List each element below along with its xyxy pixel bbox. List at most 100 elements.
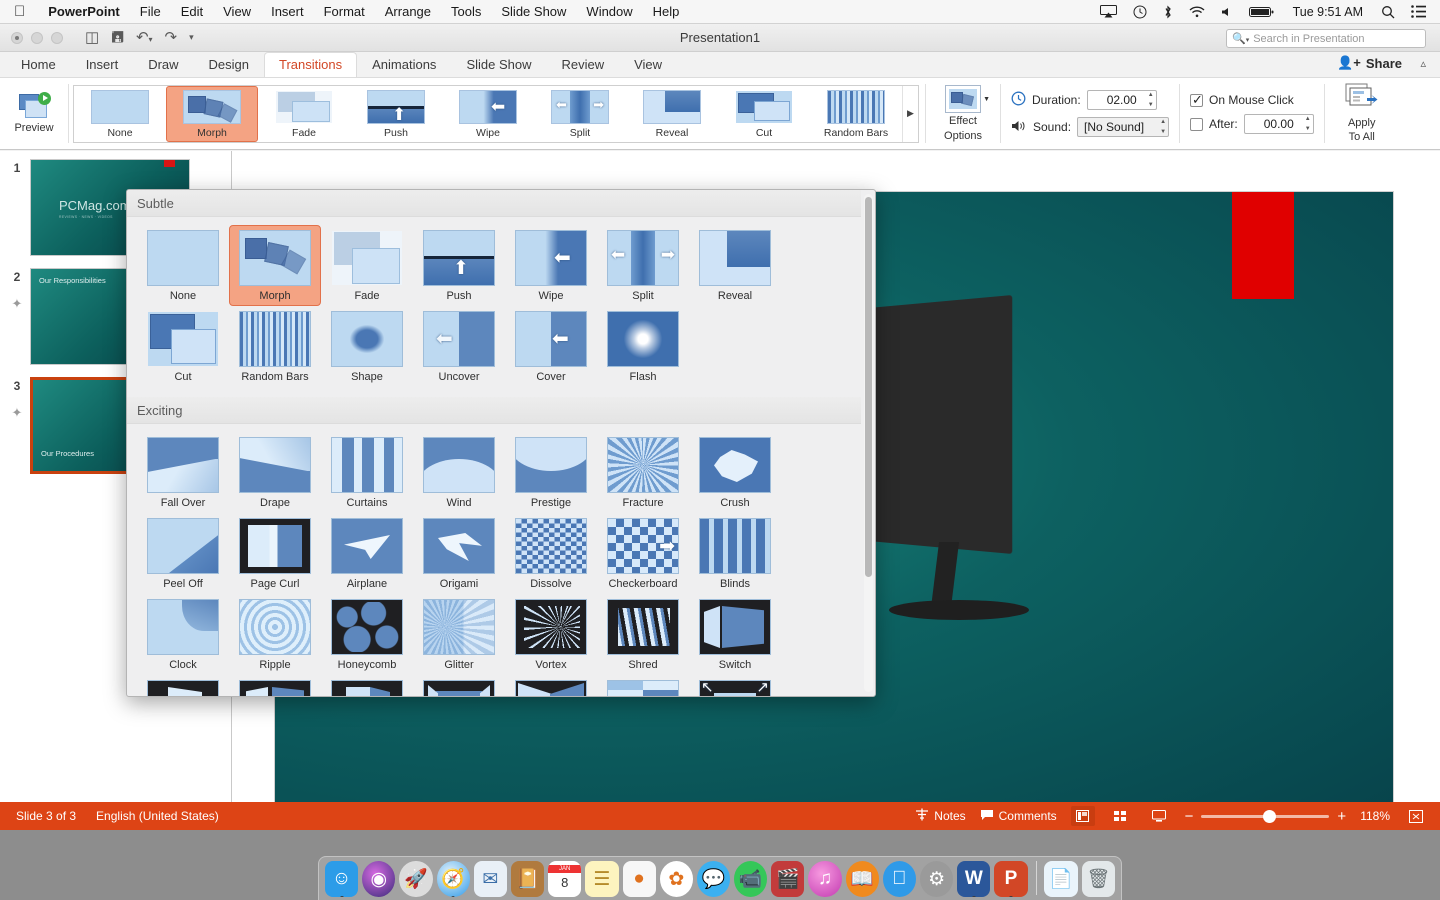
tab-view[interactable]: View xyxy=(619,52,677,77)
transition-cube[interactable]: Cube xyxy=(321,675,413,696)
transition-airplane[interactable]: Airplane xyxy=(321,513,413,594)
transition-wind[interactable]: Wind xyxy=(413,432,505,513)
comments-button[interactable]: Comments xyxy=(980,809,1057,824)
transition-page-curl[interactable]: Page Curl xyxy=(229,513,321,594)
menu-item-insert[interactable]: Insert xyxy=(261,4,314,19)
transition-fracture[interactable]: Fracture xyxy=(597,432,689,513)
transition-clock[interactable]: Clock xyxy=(137,594,229,675)
menu-item-view[interactable]: View xyxy=(213,4,261,19)
after-stepper[interactable]: ▲ ▼ xyxy=(1305,116,1311,132)
dock-item-notes[interactable]: ☰ xyxy=(585,861,619,897)
transition-shape[interactable]: Shape xyxy=(321,306,413,387)
menu-item-tools[interactable]: Tools xyxy=(441,4,491,19)
menu-item-powerpoint[interactable]: PowerPoint xyxy=(38,4,130,19)
transition-gallery-dropdown[interactable]: Subtle None Morph Fade ⬆ Push ⬅ Wipe ⬅ ➡… xyxy=(126,189,876,697)
dock-item-microsoft-powerpoint[interactable]: P xyxy=(994,861,1028,897)
transition-star-icon[interactable]: ✦ xyxy=(4,405,30,421)
transition-window[interactable] xyxy=(597,675,689,696)
dock-item-reminders[interactable]: ● xyxy=(622,861,656,897)
gallery-scrollbar-thumb[interactable] xyxy=(865,197,872,577)
gallery-next-icon[interactable]: ▶ xyxy=(902,85,918,142)
menu-item-edit[interactable]: Edit xyxy=(171,4,213,19)
ribbon-transition-cut[interactable]: Cut xyxy=(718,86,810,142)
dock-item-app-store[interactable]:  xyxy=(882,861,916,897)
transition-none[interactable]: None xyxy=(137,225,229,306)
transition-split[interactable]: ⬅ ➡ Split xyxy=(597,225,689,306)
transition-peel-off[interactable]: Peel Off xyxy=(137,513,229,594)
close-button[interactable] xyxy=(11,31,23,44)
customize-icon[interactable]: ▾ xyxy=(189,33,194,42)
ribbon-transition-wipe[interactable]: ⬅ Wipe xyxy=(442,86,534,142)
menubar-clock[interactable]: Tue 9:51 AM xyxy=(1283,5,1373,19)
dock-item-finder[interactable]: ☺ xyxy=(325,861,359,897)
red-accent-shape[interactable] xyxy=(1232,192,1294,299)
transition-dissolve[interactable]: Dissolve xyxy=(505,513,597,594)
dock-item-launchpad[interactable]: 🚀 xyxy=(399,861,433,897)
menu-item-file[interactable]: File xyxy=(130,4,171,19)
apple-menu-icon[interactable]:  xyxy=(0,4,38,19)
transition-prestige[interactable]: Prestige xyxy=(505,432,597,513)
dock-item-photos[interactable]: ✿ xyxy=(659,861,693,897)
search-input[interactable]: 🔍▾ Search in Presentation xyxy=(1226,29,1426,48)
transition-cut[interactable]: Cut xyxy=(137,306,229,387)
airplay-icon[interactable] xyxy=(1092,5,1125,18)
transition-vortex[interactable]: Vortex xyxy=(505,594,597,675)
fit-to-window-icon[interactable] xyxy=(1404,806,1428,826)
gallery-scrollbar[interactable] xyxy=(864,194,873,692)
transition-curtains[interactable]: Curtains xyxy=(321,432,413,513)
volume-icon[interactable] xyxy=(1213,6,1241,18)
transition-crush[interactable]: Crush xyxy=(689,432,781,513)
sound-stepper[interactable]: ▲ ▼ xyxy=(1160,119,1166,135)
ribbon-transition-push[interactable]: ⬆ Push xyxy=(350,86,442,142)
dock-item-system-preferences[interactable]: ⚙ xyxy=(920,861,954,897)
ribbon-transition-none[interactable]: None xyxy=(74,86,166,142)
transition-shred[interactable]: Shred xyxy=(597,594,689,675)
redo-icon[interactable]: ↷ xyxy=(165,30,178,45)
transition-blinds[interactable]: Blinds xyxy=(689,513,781,594)
notes-button[interactable]: Notes xyxy=(915,808,966,824)
transition-ripple[interactable]: Ripple xyxy=(229,594,321,675)
ribbon-collapse-icon[interactable]: ▵ xyxy=(1420,57,1426,70)
zoom-slider[interactable]: − + xyxy=(1185,808,1347,825)
dock-item-contacts[interactable]: 📔 xyxy=(510,861,545,897)
tab-transitions[interactable]: Transitions xyxy=(264,52,358,77)
after-input[interactable]: 00.00 ▲ ▼ xyxy=(1243,114,1314,134)
dock-item-mail[interactable]: ✉ xyxy=(473,861,507,897)
dock-item-safari[interactable]: 🧭 xyxy=(436,861,470,897)
language-label[interactable]: English (United States) xyxy=(96,809,219,823)
transition-doors[interactable] xyxy=(505,675,597,696)
menu-item-slide-show[interactable]: Slide Show xyxy=(491,4,576,19)
transition-wipe[interactable]: ⬅ Wipe xyxy=(505,225,597,306)
transition-honeycomb[interactable]: Honeycomb xyxy=(321,594,413,675)
sound-select[interactable]: [No Sound] ▲ ▼ xyxy=(1077,117,1170,137)
search-icon[interactable] xyxy=(1373,5,1403,19)
transition-morph[interactable]: Morph xyxy=(229,225,321,306)
tab-insert[interactable]: Insert xyxy=(71,52,134,77)
plus-icon[interactable]: + xyxy=(1337,808,1346,825)
minimize-button[interactable] xyxy=(31,31,43,44)
transition-fade[interactable]: Fade xyxy=(321,225,413,306)
dock-item-documents-stack[interactable]: 📄 xyxy=(1044,861,1078,897)
zoom-knob[interactable] xyxy=(1263,809,1277,823)
apply-to-all-button[interactable]: Apply To All xyxy=(1331,83,1393,144)
transition-flash[interactable]: Flash xyxy=(597,306,689,387)
reading-view-icon[interactable] xyxy=(1147,806,1171,826)
dock-item-siri[interactable]: ◉ xyxy=(362,861,396,897)
menu-item-help[interactable]: Help xyxy=(643,4,690,19)
zoom-track[interactable] xyxy=(1201,809,1330,823)
preview-button[interactable]: Preview xyxy=(6,91,62,134)
effect-options-button[interactable]: ▼ Effect Options xyxy=(932,84,994,142)
dock-item-itunes[interactable]: ♫ xyxy=(808,861,842,897)
dock-item-messages[interactable]: 💬 xyxy=(696,861,731,897)
dock-item-facetime[interactable]: 📹 xyxy=(734,861,768,897)
monitor-image[interactable] xyxy=(855,294,1085,662)
on-mouse-click-row[interactable]: On Mouse Click xyxy=(1190,92,1314,108)
tab-slide-show[interactable]: Slide Show xyxy=(451,52,546,77)
ribbon-transition-random-bars[interactable]: Random Bars xyxy=(810,86,902,142)
transition-push[interactable]: ⬆ Push xyxy=(413,225,505,306)
transition-star-icon[interactable]: ✦ xyxy=(4,296,30,312)
bluetooth-icon[interactable] xyxy=(1155,5,1181,19)
battery-icon[interactable] xyxy=(1241,6,1283,18)
dock-item-ibooks[interactable]: 📖 xyxy=(845,861,879,897)
duration-stepper[interactable]: ▲ ▼ xyxy=(1148,92,1154,108)
